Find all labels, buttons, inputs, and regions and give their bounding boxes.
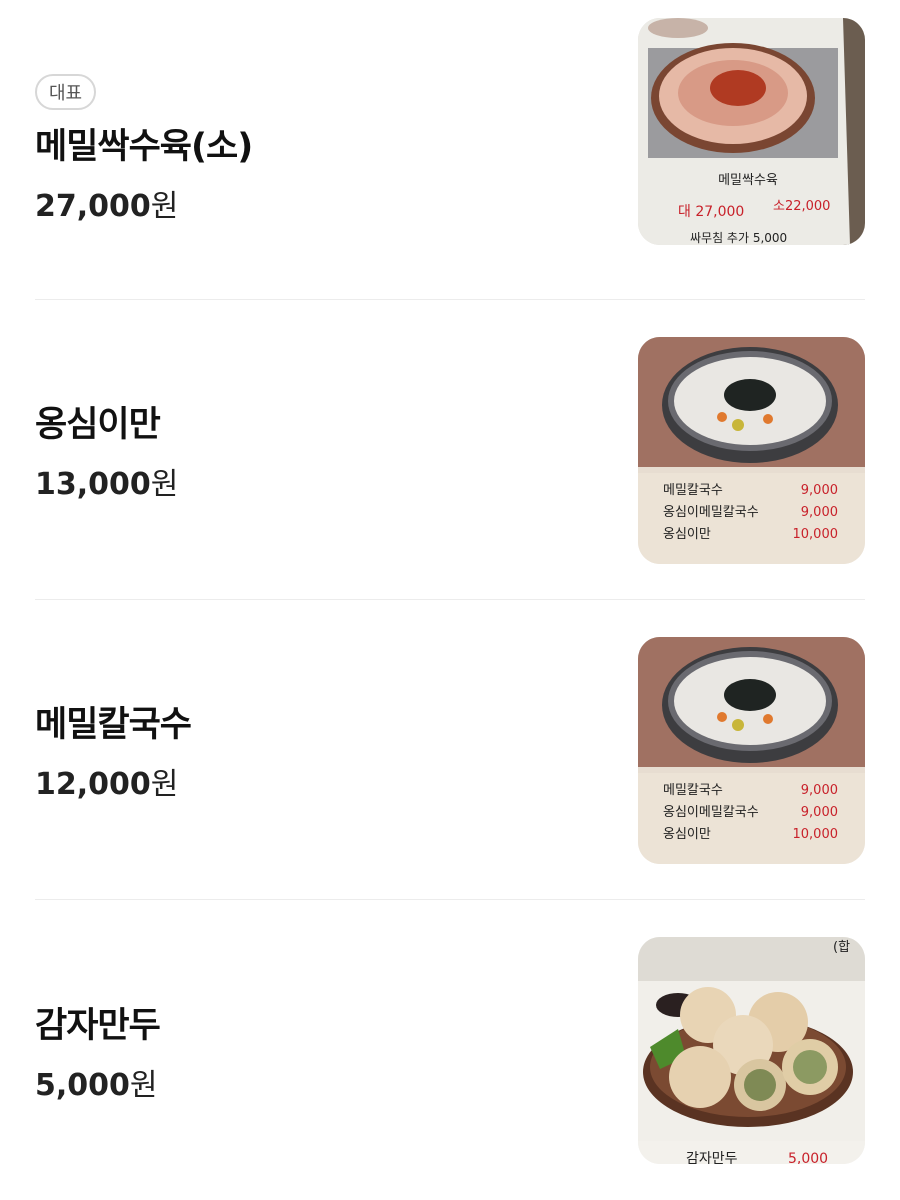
menu-item[interactable]: 감자만두 5,000원 (합 감자만두 5,000 — [35, 900, 865, 1200]
board-line-label: 옹심이만 — [663, 827, 711, 842]
currency-unit: 원 — [150, 189, 179, 224]
menu-item-price: 27,000원 — [35, 181, 595, 225]
board-line-price: 9,000 — [801, 783, 838, 798]
board-title: 메밀싹수육 — [718, 173, 778, 188]
board-line-label: 옹심이만 — [663, 527, 711, 542]
board-line-price: 10,000 — [793, 527, 839, 542]
corner-text: (합 — [833, 940, 850, 955]
menu-item-info: 메밀칼국수 12,000원 — [35, 600, 595, 899]
menu-item-price: 12,000원 — [35, 759, 595, 803]
menu-item[interactable]: 메밀칼국수 12,000원 메밀칼국수 9,000 옹심이메밀칼국수 9,000 — [35, 600, 865, 900]
signature-badge: 대표 — [35, 74, 97, 110]
menu-item-name: 메밀싹수육(소) — [35, 127, 253, 167]
menu-item[interactable]: 옹심이만 13,000원 메밀칼국수 9,000 옹심이메밀칼국수 9,000 — [35, 300, 865, 600]
board-line-price: 10,000 — [793, 827, 839, 842]
board-line-label: 옹심이메밀칼국수 — [663, 805, 759, 820]
board-title: 감자만두 — [686, 1151, 738, 1164]
menu-item-price: 5,000원 — [35, 1060, 595, 1104]
potato-dumplings-photo[interactable]: (합 감자만두 5,000 — [638, 937, 865, 1164]
board-line-label: 메밀칼국수 — [663, 483, 723, 498]
ongsimi-soup-bowl-photo[interactable]: 메밀칼국수 9,000 옹심이메밀칼국수 9,000 옹심이만 10,000 — [638, 337, 865, 564]
price-value: 27,000 — [35, 189, 151, 224]
menu-item-name: 메밀칼국수 — [35, 705, 192, 745]
menu-item-info: 감자만두 5,000원 — [35, 900, 595, 1200]
menu-item[interactable]: 대표 메밀싹수육(소) 27,000원 메밀싹수육 대 27,000 소22,0… — [35, 0, 865, 300]
board-price-large: 대 27,000 — [678, 204, 744, 220]
currency-unit: 원 — [129, 1067, 158, 1103]
board-price-small: 소22,000 — [773, 199, 830, 214]
menu-item-name: 옹심이만 — [35, 405, 161, 445]
board-extra: 싸무침 추가 5,000 — [690, 231, 787, 245]
board-price: 5,000 — [788, 1151, 828, 1164]
board-line-label: 옹심이메밀칼국수 — [663, 505, 759, 520]
menu-item-name: 감자만두 — [35, 1005, 161, 1046]
ongsimi-soup-bowl-photo[interactable]: 메밀칼국수 9,000 옹심이메밀칼국수 9,000 옹심이만 10,000 — [638, 637, 865, 864]
menu-item-info: 옹심이만 13,000원 — [35, 300, 595, 599]
board-line-price: 9,000 — [801, 805, 838, 820]
menu-item-price: 13,000원 — [35, 459, 595, 503]
price-value: 12,000 — [35, 767, 151, 802]
boiled-pork-platter-photo[interactable]: 메밀싹수육 대 27,000 소22,000 싸무침 추가 5,000 — [638, 18, 865, 245]
price-value: 13,000 — [35, 467, 151, 502]
currency-unit: 원 — [150, 467, 179, 502]
board-line-label: 메밀칼국수 — [663, 783, 723, 798]
price-value: 5,000 — [35, 1067, 130, 1103]
menu-item-info: 대표 메밀싹수육(소) 27,000원 — [35, 0, 595, 299]
currency-unit: 원 — [150, 767, 179, 802]
board-line-price: 9,000 — [801, 483, 838, 498]
menu-list: 대표 메밀싹수육(소) 27,000원 메밀싹수육 대 27,000 소22,0… — [0, 0, 900, 1200]
board-line-price: 9,000 — [801, 505, 838, 520]
